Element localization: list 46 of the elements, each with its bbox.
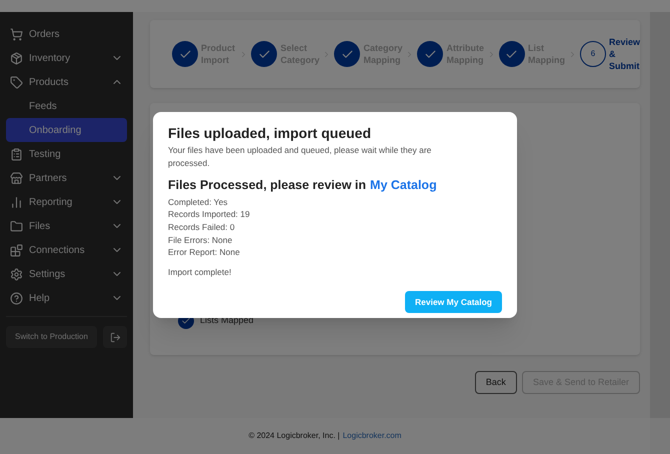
folder-icon [10, 220, 23, 232]
sidebar-item[interactable]: Reporting [0, 190, 133, 214]
dialog-message: Your files have been uploaded and queued, please wait while they are processed. [168, 144, 432, 170]
sidebar-subitem[interactable]: Feeds [6, 94, 127, 118]
sidebar-item[interactable]: Files [0, 214, 133, 238]
detail-line: Records Failed: 0 [168, 220, 236, 234]
tag-icon [10, 76, 23, 88]
catalog-link[interactable]: My Catalog [370, 176, 437, 195]
check-icon [258, 48, 271, 60]
switch-button[interactable]: Switch to Production [6, 326, 97, 348]
status-text: Import complete! [168, 266, 232, 278]
cart-icon [10, 28, 23, 40]
sidebar-item[interactable]: Help [0, 286, 133, 310]
detail-line: Completed: Yes [168, 196, 229, 208]
detail-line: Records Imported: 19 [168, 208, 251, 221]
sidebar-item[interactable]: Products [0, 70, 133, 94]
check-icon [424, 48, 437, 60]
step-number: 6 [590, 48, 596, 60]
sidebar-item[interactable]: Partners [0, 166, 133, 190]
detail-line: Error Report: None [168, 246, 241, 259]
settings-icon [10, 268, 23, 280]
sidebar-item[interactable]: Settings [0, 262, 133, 286]
sidebar-item[interactable]: Orders [0, 22, 133, 46]
help-icon [10, 292, 23, 304]
copyright-text: © 2024 Logicbroker, Inc. | [248, 430, 340, 442]
clipboard-icon [10, 148, 23, 160]
bar-chart-icon [10, 196, 23, 208]
detail-line: File Errors: None [168, 234, 234, 246]
logout-button[interactable] [103, 326, 127, 348]
review-catalog-button[interactable]: Review My Catalog [405, 291, 502, 313]
sidebar-item[interactable]: Connections [0, 238, 133, 262]
logout-icon [110, 332, 120, 342]
check-icon [505, 48, 518, 60]
sidebar-subitem[interactable]: Onboarding [6, 118, 127, 142]
store-icon [10, 172, 23, 184]
action-button[interactable]: Back [474, 371, 517, 394]
dialog-title: Files uploaded, import queued [168, 124, 372, 142]
step-label: Review & Submit [608, 36, 640, 72]
check-icon [340, 48, 354, 60]
sidebar-item[interactable]: Inventory [0, 46, 133, 70]
blocks-icon [10, 244, 23, 256]
check-icon [178, 48, 192, 60]
package-icon [10, 52, 23, 64]
sidebar-item[interactable]: Testing [0, 142, 133, 166]
footer-link[interactable]: Logicbroker.com [342, 430, 402, 442]
dialog-subtitle: Files Processed, please review in [168, 177, 366, 194]
